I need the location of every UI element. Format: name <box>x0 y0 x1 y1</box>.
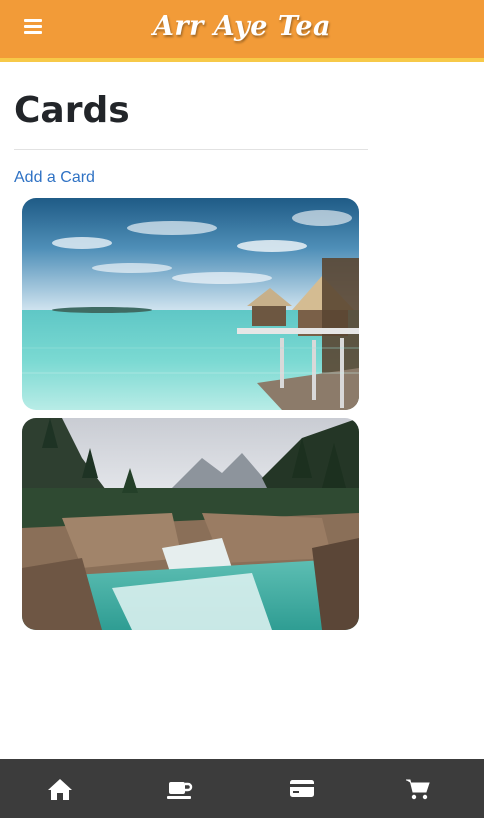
cart-icon[interactable] <box>403 774 433 804</box>
top-navbar: Arr Aye Tea <box>0 0 484 62</box>
bottom-navigation <box>0 759 484 818</box>
title-divider <box>14 149 368 150</box>
saved-card-2[interactable] <box>22 418 359 630</box>
saved-card-1[interactable] <box>22 198 359 410</box>
tropical-overwater-bungalows-image <box>22 198 359 410</box>
brand-title: Arr Aye Tea <box>152 11 332 42</box>
tea-cup-icon[interactable] <box>165 774 195 804</box>
mountain-river-canyon-image <box>22 418 359 630</box>
main-content: Cards Add a Card <box>14 62 368 187</box>
home-icon[interactable] <box>45 774 75 804</box>
app-root: Arr Aye Tea Cards Add a Card <box>0 0 484 818</box>
page-title: Cards <box>14 90 130 131</box>
credit-card-icon[interactable] <box>287 774 317 804</box>
add-card-link[interactable]: Add a Card <box>14 169 95 187</box>
